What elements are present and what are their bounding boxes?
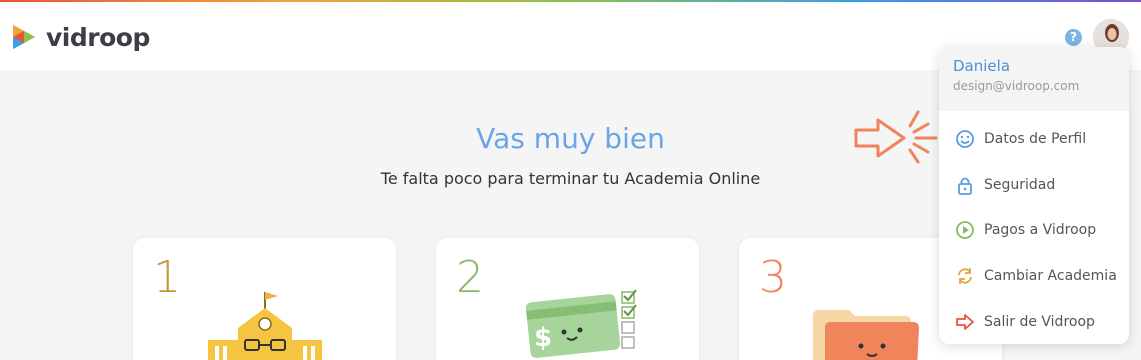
logo-text: vidroop (46, 22, 150, 52)
user-email: design@vidroop.com (953, 79, 1080, 93)
menu-item-label: Salir de Vidroop (984, 314, 1095, 330)
menu-item-change-academy[interactable]: Cambiar Academia (939, 256, 1129, 296)
folder-icon (813, 310, 919, 360)
menu-item-label: Pagos a Vidroop (984, 222, 1097, 238)
step-card-2[interactable]: 2 $ (436, 238, 699, 360)
help-icon[interactable]: ? (1065, 29, 1082, 46)
step-number: 3 (759, 252, 787, 303)
menu-item-profile[interactable]: Datos de Perfil (939, 119, 1129, 159)
pointer-arrow-icon (854, 110, 938, 164)
user-name: Daniela (953, 57, 1011, 75)
menu-item-security[interactable]: Seguridad (939, 165, 1129, 205)
exit-arrow-icon (955, 312, 975, 332)
step-number: 2 (456, 252, 484, 303)
menu-item-label: Datos de Perfil (984, 131, 1087, 147)
menu-item-payments[interactable]: Pagos a Vidroop (939, 210, 1129, 250)
vidroop-logo-icon (13, 25, 35, 49)
svg-text:$: $ (534, 323, 552, 353)
menu-item-label: Seguridad (984, 177, 1056, 193)
step-number: 1 (153, 252, 181, 303)
school-building-icon (208, 292, 322, 360)
money-checklist-icon: $ (525, 289, 637, 358)
play-circle-icon (955, 220, 975, 240)
refresh-icon (955, 266, 975, 286)
menu-user-header: Daniela design@vidroop.com (939, 47, 1129, 111)
step-card-1[interactable]: 1 (133, 238, 396, 360)
user-dropdown-menu: Daniela design@vidroop.com Datos de Perf… (939, 47, 1129, 344)
smiley-icon (955, 129, 975, 149)
vidroop-logo[interactable]: vidroop (10, 22, 150, 52)
lock-icon (955, 175, 975, 195)
menu-item-label: Cambiar Academia (984, 268, 1117, 284)
menu-item-logout[interactable]: Salir de Vidroop (939, 302, 1129, 342)
